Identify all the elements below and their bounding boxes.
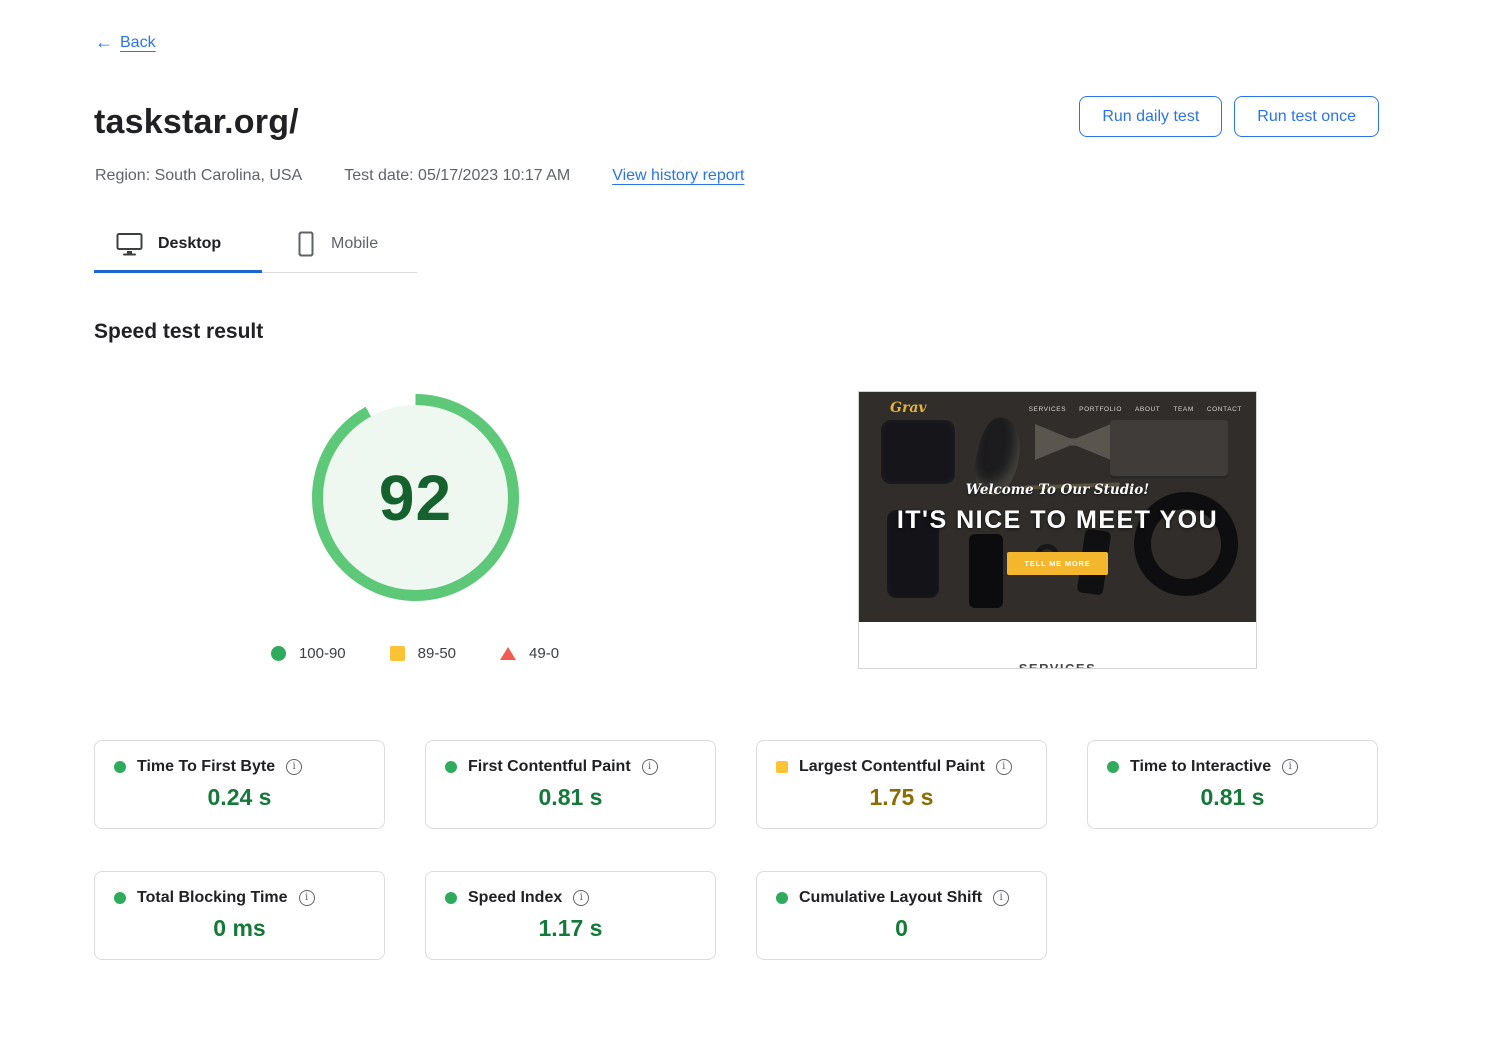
yellow-square-marker <box>389 646 405 661</box>
metric-value: 1.17 s <box>538 915 603 941</box>
preview-hero-text: Welcome To Our Studio! IT'S NICE TO MEET… <box>859 482 1256 575</box>
green-circle-marker <box>270 646 286 661</box>
metric-value: 0 ms <box>213 915 266 941</box>
metric-label: Total Blocking Time <box>137 889 288 906</box>
metric-card-fcp: First Contentful Paint i 0.81 s <box>425 740 716 829</box>
metric-status-dot <box>445 761 457 773</box>
page-title: taskstar.org/ <box>94 103 299 141</box>
tab-desktop-label: Desktop <box>158 235 222 252</box>
preview-object-bowtie <box>1035 424 1111 460</box>
meta-row: Region: South Carolina, USA Test date: 0… <box>95 167 744 185</box>
metric-value: 0.24 s <box>207 784 272 810</box>
legend-item-poor: 49-0 <box>500 645 559 662</box>
mobile-icon <box>296 231 316 257</box>
info-icon[interactable]: i <box>993 890 1010 906</box>
back-link[interactable]: ← Back <box>95 32 156 53</box>
header-buttons: Run daily test Run test once <box>1079 96 1379 137</box>
view-history-report-link[interactable]: View history report <box>612 167 744 185</box>
score-number: 92 <box>378 461 453 534</box>
tab-desktop[interactable]: Desktop <box>94 222 268 266</box>
tabs-underline <box>94 270 417 273</box>
legend-poor-label: 49-0 <box>529 645 560 662</box>
region-label: Region: South Carolina, USA <box>95 167 303 184</box>
metric-status-dot <box>1107 761 1119 773</box>
info-icon[interactable]: i <box>286 759 303 775</box>
preview-nav: SERVICES PORTFOLIO ABOUT TEAM CONTACT <box>1029 406 1242 413</box>
site-preview-image: Grav SERVICES PORTFOLIO ABOUT TEAM CONTA… <box>858 391 1257 669</box>
legend-average-label: 89-50 <box>417 645 457 662</box>
active-tab-indicator <box>94 270 262 273</box>
back-label: Back <box>120 33 156 51</box>
metric-card-speed-index: Speed Index i 1.17 s <box>425 871 716 960</box>
speed-test-page: ← Back taskstar.org/ Run daily test Run … <box>0 0 1504 1038</box>
metric-label: Largest Contentful Paint <box>799 758 985 775</box>
run-test-once-button[interactable]: Run test once <box>1234 96 1379 137</box>
preview-tagline: Welcome To Our Studio! <box>965 482 1150 498</box>
preview-nav-team: TEAM <box>1173 406 1194 413</box>
red-triangle-marker <box>500 647 517 660</box>
preview-object-wallet <box>881 420 955 484</box>
info-icon[interactable]: i <box>1282 759 1299 775</box>
metric-card-cls: Cumulative Layout Shift i 0 <box>756 871 1047 960</box>
metric-card-lcp: Largest Contentful Paint i 1.75 s <box>756 740 1047 829</box>
desktop-icon <box>116 232 143 256</box>
preview-bottom-section: SERVICES <box>859 622 1256 668</box>
score-inner-circle: 92 <box>323 405 508 590</box>
metric-status-dot <box>776 892 788 904</box>
legend-good-label: 100-90 <box>298 645 346 662</box>
metric-card-tbt: Total Blocking Time i 0 ms <box>94 871 385 960</box>
preview-nav-services: SERVICES <box>1028 406 1067 413</box>
metric-card-ttfb: Time To First Byte i 0.24 s <box>94 740 385 829</box>
preview-nav-portfolio: PORTFOLIO <box>1079 406 1122 413</box>
metric-value: 0.81 s <box>1200 784 1265 810</box>
info-icon[interactable]: i <box>298 890 315 906</box>
metric-label: Time to Interactive <box>1130 758 1272 775</box>
preview-headline: IT'S NICE TO MEET YOU <box>896 506 1219 534</box>
metric-status-dot <box>114 892 126 904</box>
metric-status-dot <box>114 761 126 773</box>
metric-value: 0 <box>895 915 908 941</box>
section-heading: Speed test result <box>94 320 264 343</box>
metric-label: First Contentful Paint <box>468 758 631 775</box>
info-icon[interactable]: i <box>995 759 1012 775</box>
tab-mobile-label: Mobile <box>331 235 379 252</box>
metrics-grid: Time To First Byte i 0.24 s First Conten… <box>94 740 1378 960</box>
preview-object-notebook <box>1110 420 1228 476</box>
metric-value: 1.75 s <box>869 784 934 810</box>
tab-mobile[interactable]: Mobile <box>268 222 378 266</box>
metric-status-square <box>776 761 788 773</box>
metric-label: Time To First Byte <box>137 758 276 775</box>
score-legend: 100-90 89-50 49-0 <box>250 645 580 662</box>
info-icon[interactable]: i <box>573 890 590 906</box>
device-tabs: Desktop Mobile <box>94 222 417 273</box>
metric-label: Cumulative Layout Shift <box>799 889 983 906</box>
info-icon[interactable]: i <box>641 759 658 775</box>
metric-value: 0.81 s <box>538 784 603 810</box>
preview-section-peek: SERVICES <box>859 661 1256 668</box>
legend-item-good: 100-90 <box>270 645 346 662</box>
metric-label: Speed Index <box>468 889 563 906</box>
metric-status-dot <box>445 892 457 904</box>
metric-card-tti: Time to Interactive i 0.81 s <box>1087 740 1378 829</box>
performance-score-gauge: 92 <box>312 394 519 601</box>
back-arrow-icon: ← <box>95 32 113 52</box>
preview-hero-section: Grav SERVICES PORTFOLIO ABOUT TEAM CONTA… <box>859 392 1256 622</box>
legend-item-average: 89-50 <box>389 645 457 662</box>
preview-nav-about: ABOUT <box>1134 406 1161 413</box>
run-daily-test-button[interactable]: Run daily test <box>1079 96 1223 137</box>
test-date-label: Test date: 05/17/2023 10:17 AM <box>344 167 571 184</box>
preview-cta-button: TELL ME MORE <box>1007 552 1108 575</box>
preview-nav-contact: CONTACT <box>1206 406 1242 413</box>
preview-site-logo: Grav <box>890 400 927 416</box>
